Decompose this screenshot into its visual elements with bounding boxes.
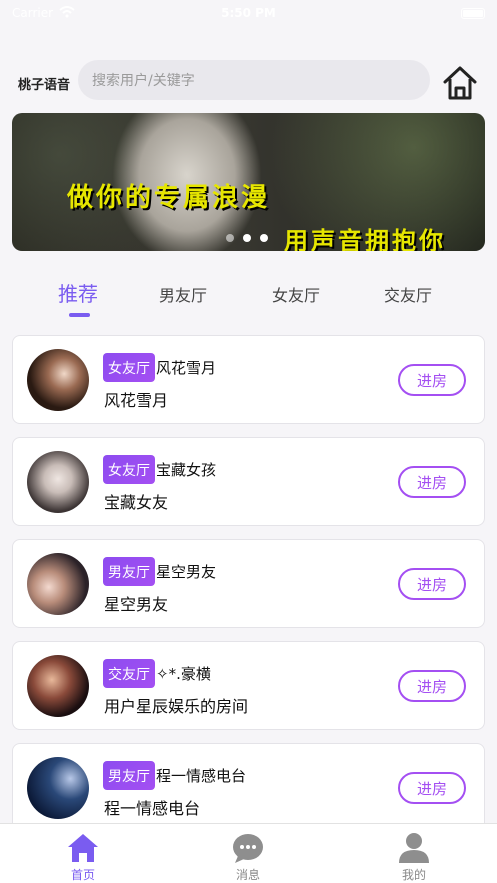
banner-subline: 用声音拥抱你 (284, 227, 446, 251)
tabbar-label: 首页 (70, 868, 95, 882)
enter-room-button[interactable]: 进房 (398, 466, 466, 498)
room-tag: 男友厅 (103, 557, 155, 586)
carousel-dot[interactable] (226, 234, 234, 242)
room-avatar (27, 655, 89, 717)
carousel-dot[interactable] (260, 234, 268, 242)
app-name: 桃子语音 (18, 78, 71, 93)
tab-girlfriend-hall[interactable]: 女友厅 (272, 282, 320, 306)
category-tabs: 推荐 男友厅 女友厅 交友厅 (0, 278, 497, 320)
room-card[interactable]: 男友厅 星空男友 星空男友 进房 (12, 539, 485, 628)
room-subtitle: 程一情感电台 (104, 799, 201, 818)
room-title: 星空男友 (156, 563, 217, 581)
search-input[interactable]: 搜索用户/关键字 (78, 60, 430, 100)
tabbar-profile[interactable]: 我的 (364, 824, 464, 883)
enter-room-button[interactable]: 进房 (398, 670, 466, 702)
room-title: 宝藏女孩 (156, 461, 217, 479)
header: 桃子语音 搜索用户/关键字 (0, 56, 497, 106)
banner-carousel[interactable]: 做你的专属浪漫 用声音拥抱你 (12, 113, 485, 251)
tab-recommend[interactable]: 推荐 (58, 278, 98, 307)
room-card[interactable]: 男友厅 程一情感电台 程一情感电台 进房 (12, 743, 485, 832)
bottom-tab-bar: 首页 消息 我的 (0, 823, 497, 883)
room-avatar (27, 451, 89, 513)
room-avatar (27, 349, 89, 411)
room-subtitle: 风花雪月 (104, 391, 169, 410)
carousel-dots (226, 234, 268, 242)
profile-icon (397, 832, 431, 864)
status-time: 5:50 PM (221, 6, 276, 20)
message-icon (231, 832, 265, 864)
room-subtitle: 用户星辰娱乐的房间 (104, 697, 249, 716)
tabbar-messages[interactable]: 消息 (198, 824, 298, 883)
carousel-dot-active[interactable] (243, 234, 251, 242)
battery-icon (461, 7, 485, 19)
room-subtitle: 星空男友 (104, 595, 169, 614)
room-title: ✧*.豪横 (156, 665, 211, 683)
banner-headline: 做你的专属浪漫 (67, 183, 271, 213)
tab-underline (69, 313, 90, 317)
enter-room-button[interactable]: 进房 (398, 568, 466, 600)
room-tag: 女友厅 (103, 455, 155, 484)
room-card[interactable]: 交友厅 ✧*.豪横 用户星辰娱乐的房间 进房 (12, 641, 485, 730)
search-placeholder: 搜索用户/关键字 (92, 73, 195, 89)
room-avatar (27, 553, 89, 615)
room-card[interactable]: 女友厅 风花雪月 风花雪月 进房 (12, 335, 485, 424)
room-card[interactable]: 女友厅 宝藏女孩 宝藏女友 进房 (12, 437, 485, 526)
room-title: 风花雪月 (156, 359, 217, 377)
status-bar: Carrier 5:50 PM (0, 0, 497, 26)
room-tag: 交友厅 (103, 659, 155, 688)
tabbar-label: 我的 (401, 868, 426, 882)
home-icon[interactable] (441, 64, 479, 102)
room-subtitle: 宝藏女友 (104, 493, 169, 512)
room-title: 程一情感电台 (156, 767, 247, 785)
tabbar-home[interactable]: 首页 (33, 824, 133, 883)
home-icon (66, 832, 100, 864)
tab-social-hall[interactable]: 交友厅 (384, 282, 432, 306)
tabbar-label: 消息 (235, 868, 260, 882)
enter-room-button[interactable]: 进房 (398, 364, 466, 396)
room-avatar (27, 757, 89, 819)
room-tag: 男友厅 (103, 761, 155, 790)
tab-boyfriend-hall[interactable]: 男友厅 (159, 282, 207, 306)
room-tag: 女友厅 (103, 353, 155, 382)
enter-room-button[interactable]: 进房 (398, 772, 466, 804)
